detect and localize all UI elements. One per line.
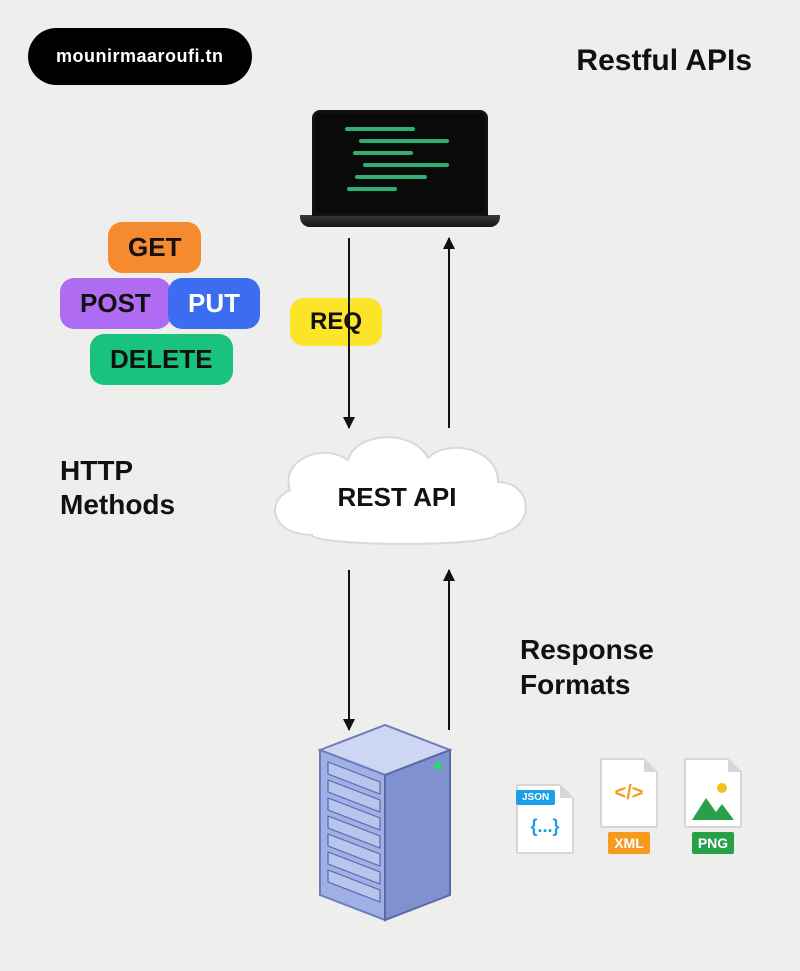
http-method-put: PUT (168, 278, 260, 329)
format-xml-code: </> (602, 782, 656, 805)
server-icon (300, 720, 470, 930)
response-formats-label: Response Formats (520, 632, 654, 702)
format-xml-tag: XML (608, 832, 650, 854)
request-tag: REQ (290, 298, 382, 346)
http-method-post: POST (60, 278, 171, 329)
http-methods-label: HTTP Methods (60, 454, 175, 521)
rest-api-cloud-label: REST API (252, 482, 542, 513)
arrow-api-to-client-icon (448, 238, 450, 428)
response-formats-label-line2: Formats (520, 669, 630, 700)
format-json-icon: JSON {...} (510, 784, 580, 854)
arrow-api-to-server-icon (348, 570, 350, 730)
http-method-delete: DELETE (90, 334, 233, 385)
http-method-get: GET (108, 222, 201, 273)
client-laptop-icon (300, 110, 500, 230)
format-json-pill: JSON (516, 790, 555, 805)
http-methods-label-line2: Methods (60, 489, 175, 520)
response-formats-label-line1: Response (520, 634, 654, 665)
http-methods-label-line1: HTTP (60, 455, 133, 486)
site-badge: mounirmaaroufi.tn (28, 28, 252, 85)
rest-api-cloud-icon: REST API (252, 420, 542, 570)
diagram-title: Restful APIs (576, 44, 752, 78)
arrow-client-to-api-icon (348, 238, 350, 428)
format-png-tag: PNG (692, 832, 734, 854)
format-json-braces: {...} (518, 816, 572, 837)
format-png-icon: PNG (678, 758, 748, 854)
format-xml-icon: </> XML (594, 758, 664, 854)
arrow-server-to-api-icon (448, 570, 450, 730)
response-formats-group: JSON {...} </> XML PNG (510, 758, 748, 854)
